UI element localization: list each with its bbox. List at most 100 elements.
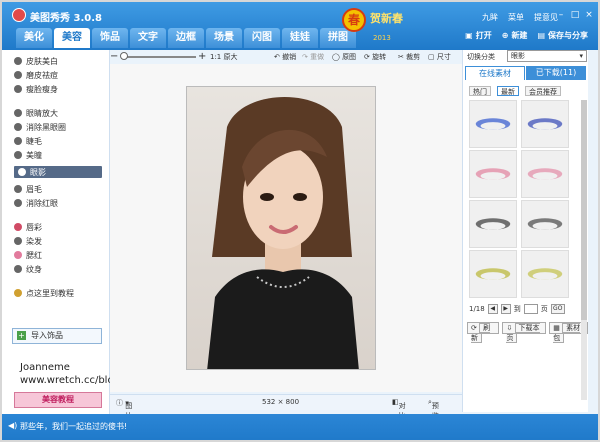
tab-text[interactable]: 文字 bbox=[130, 28, 166, 48]
zoom-in-icon[interactable]: + bbox=[198, 51, 206, 62]
window-controls: – □ × bbox=[556, 10, 594, 20]
status-bar: ⓘ 图片信息 ▾ 532 × 800 ◧ 对比 ⌕ 预览 bbox=[110, 394, 462, 440]
sidebar-item-brow[interactable]: 眉毛 bbox=[14, 183, 42, 195]
material-panel: 切换分类 眼影 ▾ 在线素材 已下载(11) 热门 最新 会员推荐 1/18 ◀ … bbox=[462, 50, 588, 412]
new-year-text: 贺新春 bbox=[370, 12, 403, 25]
sidebar-item-smooth[interactable]: 磨皮祛痘 bbox=[14, 69, 58, 81]
user-link[interactable]: 九眸 bbox=[482, 12, 498, 23]
image-toolbar: − + 1:1 原大 ↶ 撤销 ↷ 重做 ◯ 原图 ⟳ 旋转 ✂ 裁剪 ▢ 尺寸 bbox=[110, 50, 462, 64]
menu-link[interactable]: 菜单 bbox=[508, 12, 524, 23]
sidebar-item-hair[interactable]: 染发 bbox=[14, 235, 42, 247]
sidebar-item-eye-enlarge[interactable]: 眼睛放大 bbox=[14, 107, 58, 119]
page-input[interactable] bbox=[523, 304, 538, 314]
new-button[interactable]: ⊕ 新建 bbox=[502, 30, 528, 41]
tab-downloaded[interactable]: 已下载(11) bbox=[526, 66, 586, 80]
material-item[interactable] bbox=[469, 200, 517, 248]
image-info-button[interactable]: ⓘ 图片信息 ▾ bbox=[116, 398, 132, 440]
save-share-button[interactable]: ▤ 保存与分享 bbox=[537, 30, 588, 41]
hair-icon bbox=[14, 237, 22, 245]
refresh-button[interactable]: ⟳ 刷新 bbox=[467, 322, 500, 343]
sidebar-item-skin-whiten[interactable]: 皮肤美白 bbox=[14, 55, 58, 67]
material-item[interactable] bbox=[469, 150, 517, 198]
tab-online-materials[interactable]: 在线素材 bbox=[465, 66, 525, 80]
top-right-links: 九眸 菜单 提意见 bbox=[482, 12, 558, 23]
feedback-link[interactable]: 提意见 bbox=[534, 12, 558, 23]
close-icon[interactable]: × bbox=[584, 10, 594, 20]
minimize-icon[interactable]: – bbox=[556, 10, 566, 20]
smooth-icon bbox=[14, 71, 22, 79]
tab-beautify[interactable]: 美化 bbox=[16, 28, 52, 48]
subtab-new[interactable]: 最新 bbox=[497, 86, 519, 96]
subtab-hot[interactable]: 热门 bbox=[469, 86, 491, 96]
main-tabs: 美化 美容 饰品 文字 边框 场景 闪图 娃娃 拼图 bbox=[16, 28, 356, 48]
panel-scrollbar-thumb[interactable] bbox=[581, 100, 587, 320]
rotate-button[interactable]: ⟳ 旋转 bbox=[364, 52, 386, 62]
sidebar-item-slim[interactable]: 瘦脸瘦身 bbox=[14, 83, 58, 95]
sidebar-item-dark-circle[interactable]: 消除黑眼圈 bbox=[14, 121, 66, 133]
page-indicator: 1/18 bbox=[469, 305, 485, 313]
next-page-button[interactable]: ▶ bbox=[500, 304, 511, 314]
dimensions-text: 532 × 800 bbox=[262, 398, 300, 406]
size-button[interactable]: ▢ 尺寸 bbox=[428, 52, 451, 62]
plus-icon: ⊕ bbox=[501, 31, 509, 40]
compare-button[interactable]: ◧ 对比 bbox=[392, 398, 406, 420]
beauty-tutorial-button[interactable]: 美容教程 bbox=[14, 392, 102, 408]
sidebar-item-redeye[interactable]: 消除红眼 bbox=[14, 197, 58, 209]
sidebar-item-eyeshadow[interactable]: 眼影 bbox=[14, 166, 102, 178]
sidebar-item-tattoo[interactable]: 纹身 bbox=[14, 263, 42, 275]
material-item[interactable] bbox=[469, 250, 517, 298]
tab-accessories[interactable]: 饰品 bbox=[92, 28, 128, 48]
category-select[interactable]: 眼影 ▾ bbox=[507, 50, 587, 62]
panel-scrollbar[interactable] bbox=[581, 100, 587, 400]
bottom-message[interactable]: 那些年，我们一起追过的傻书! bbox=[20, 421, 127, 432]
prev-page-button[interactable]: ◀ bbox=[487, 304, 498, 314]
maximize-icon[interactable]: □ bbox=[570, 10, 580, 20]
import-button[interactable]: + 导入饰品 bbox=[12, 328, 102, 344]
open-button[interactable]: ▣ 打开 bbox=[465, 30, 492, 41]
undo-button[interactable]: ↶ 撤销 bbox=[274, 52, 296, 62]
subtab-member[interactable]: 会员推荐 bbox=[525, 86, 561, 96]
zoom-slider-knob[interactable] bbox=[120, 52, 128, 60]
sidebar-item-lip[interactable]: 唇彩 bbox=[14, 221, 42, 233]
eye-icon bbox=[18, 168, 26, 176]
preview-button[interactable]: ⌕ 预览 bbox=[428, 398, 439, 420]
redo-button[interactable]: ↷ 重做 bbox=[302, 52, 324, 62]
image-canvas[interactable] bbox=[110, 64, 462, 392]
plus-icon: + bbox=[17, 331, 26, 340]
tab-beauty[interactable]: 美容 bbox=[54, 28, 90, 48]
original-button[interactable]: ◯ 原图 bbox=[332, 52, 356, 62]
zoom-out-icon[interactable]: − bbox=[110, 51, 118, 62]
pager: 1/18 ◀ ▶ 到 页 GO bbox=[469, 304, 565, 314]
actual-size-button[interactable]: 1:1 原大 bbox=[210, 52, 238, 62]
material-item[interactable] bbox=[521, 200, 569, 248]
tab-doll[interactable]: 娃娃 bbox=[282, 28, 318, 48]
material-item[interactable] bbox=[521, 100, 569, 148]
material-item[interactable] bbox=[521, 150, 569, 198]
eye-icon bbox=[14, 123, 22, 131]
sidebar-item-tutorial[interactable]: 点这里到教程 bbox=[14, 287, 74, 299]
eye-icon bbox=[14, 151, 22, 159]
sidebar-item-lashes[interactable]: 睫毛 bbox=[14, 135, 42, 147]
save-icon: ▤ bbox=[537, 31, 545, 40]
tab-scene[interactable]: 场景 bbox=[206, 28, 242, 48]
material-item[interactable] bbox=[469, 100, 517, 148]
tab-frame[interactable]: 边框 bbox=[168, 28, 204, 48]
tab-flash[interactable]: 闪图 bbox=[244, 28, 280, 48]
eye-icon bbox=[14, 137, 22, 145]
sidebar-item-contact[interactable]: 美瞳 bbox=[14, 149, 42, 161]
folder-icon: ▣ bbox=[465, 31, 473, 40]
year-text: 2013 bbox=[373, 34, 391, 42]
eyeshadow-swatch-icon bbox=[527, 118, 563, 130]
crop-button[interactable]: ✂ 裁剪 bbox=[398, 52, 420, 62]
lip-icon bbox=[14, 223, 22, 231]
skin-icon bbox=[14, 57, 22, 65]
switch-category-label: 切换分类 bbox=[467, 53, 495, 61]
sidebar-item-blush[interactable]: 腮红 bbox=[14, 249, 42, 261]
go-button[interactable]: GO bbox=[550, 304, 565, 314]
material-item[interactable] bbox=[521, 250, 569, 298]
goto-label: 到 bbox=[513, 305, 521, 313]
bottom-bar: ◀) 那些年，我们一起追过的傻书! bbox=[2, 414, 598, 440]
eye-icon bbox=[14, 109, 22, 117]
zoom-slider[interactable] bbox=[122, 56, 196, 58]
download-page-button[interactable]: ⇩ 下载本页 bbox=[502, 322, 547, 343]
